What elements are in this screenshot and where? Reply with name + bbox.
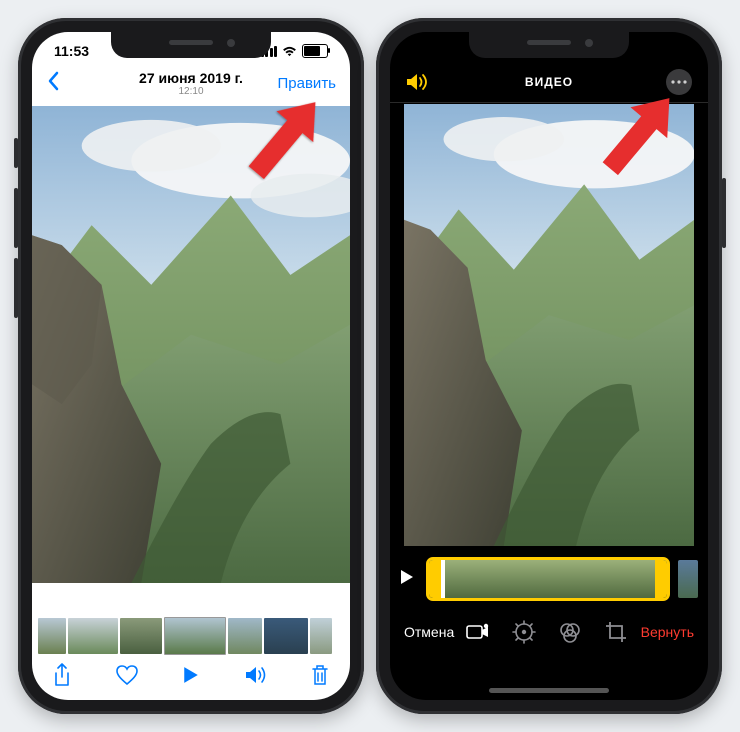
- playhead[interactable]: [441, 558, 445, 600]
- volume-toggle[interactable]: [406, 73, 432, 91]
- revert-button[interactable]: Вернуть: [641, 624, 694, 640]
- nav-date: 27 июня 2019 г.: [139, 70, 243, 86]
- battery-icon: [302, 44, 328, 58]
- filters-tab-icon[interactable]: [558, 620, 582, 644]
- video-tab-icon[interactable]: [466, 620, 490, 644]
- phone-frame-right: ВИДЕО: [376, 18, 722, 714]
- mode-label: ВИДЕО: [525, 75, 573, 89]
- edit-button[interactable]: Править: [278, 75, 337, 92]
- trim-strip[interactable]: [426, 557, 670, 601]
- back-button[interactable]: [46, 71, 60, 96]
- adjust-tab-icon[interactable]: [512, 620, 536, 644]
- overflow-clip[interactable]: [678, 560, 698, 598]
- home-indicator[interactable]: [489, 688, 609, 693]
- bottom-toolbar: [32, 656, 350, 694]
- screen-left: 11:53 27 июня 2019 г. 12:10 Править: [32, 32, 350, 700]
- more-button[interactable]: [666, 69, 692, 95]
- media-viewer[interactable]: [32, 106, 350, 618]
- edit-canvas[interactable]: [404, 104, 694, 546]
- play-button[interactable]: [179, 663, 203, 687]
- cancel-button[interactable]: Отмена: [404, 624, 454, 640]
- share-button[interactable]: [50, 663, 74, 687]
- edit-topbar: ВИДЕО: [390, 62, 708, 103]
- nav-time: 12:10: [139, 86, 243, 97]
- screen-right: ВИДЕО: [390, 32, 708, 700]
- video-timeline[interactable]: [400, 558, 698, 600]
- crop-tab-icon[interactable]: [604, 620, 628, 644]
- status-time: 11:53: [54, 43, 89, 59]
- edit-toolbar: Отмена Вернуть: [390, 610, 708, 654]
- notch: [111, 32, 271, 58]
- notch: [469, 32, 629, 58]
- volume-button[interactable]: [244, 663, 268, 687]
- wifi-icon: [282, 46, 297, 57]
- nav-bar: 27 июня 2019 г. 12:10 Править: [32, 62, 350, 104]
- delete-button[interactable]: [308, 663, 332, 687]
- thumbnail-strip[interactable]: [32, 616, 350, 656]
- timeline-play-button[interactable]: [400, 569, 418, 590]
- nav-title: 27 июня 2019 г. 12:10: [139, 70, 243, 97]
- favorite-button[interactable]: [115, 663, 139, 687]
- phone-frame-left: 11:53 27 июня 2019 г. 12:10 Править: [18, 18, 364, 714]
